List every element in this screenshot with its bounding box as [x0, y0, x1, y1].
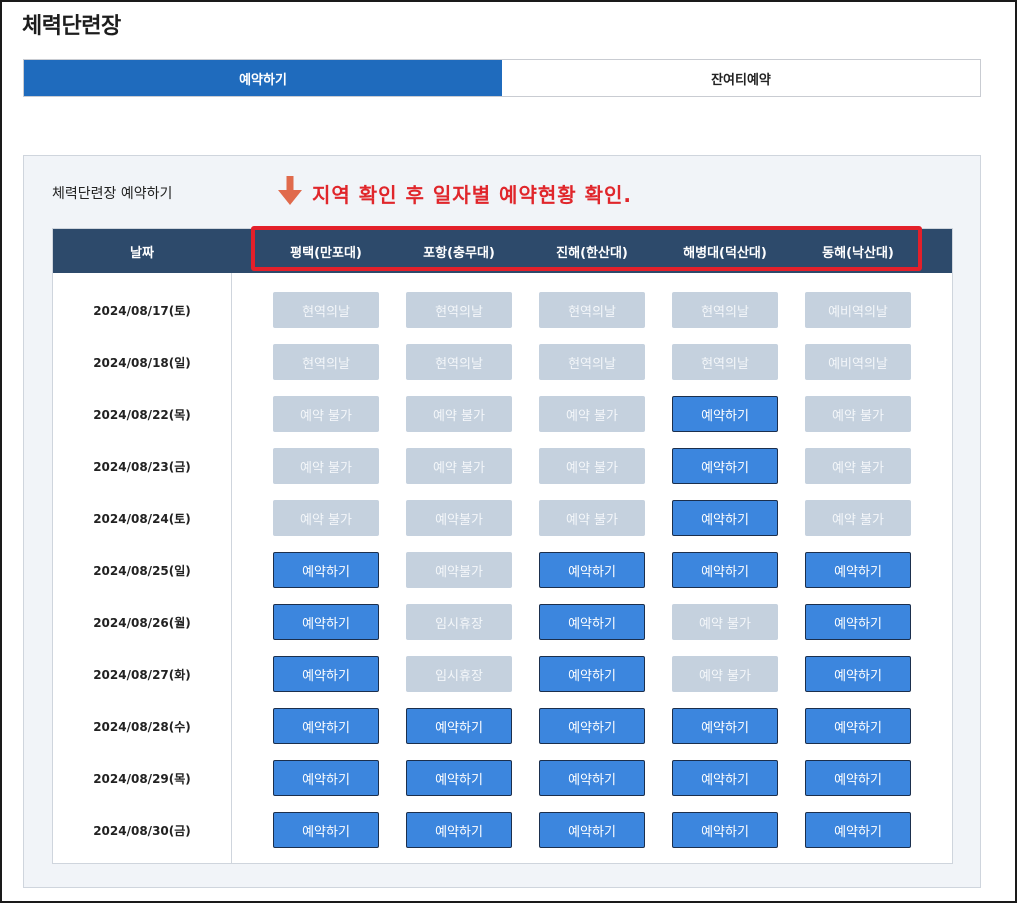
unavailable-status: 현역의날 — [406, 292, 512, 328]
reserve-button[interactable]: 예약하기 — [805, 812, 911, 848]
header-location-jinhae: 진해(한산대) — [556, 245, 628, 261]
table-row: 2024/08/27(화) 예약하기 임시휴장 예약하기 예약 불가 예약하기 — [53, 656, 952, 692]
reserve-button[interactable]: 예약하기 — [672, 760, 778, 796]
table-row: 2024/08/17(토) 현역의날 현역의날 현역의날 현역의날 예비역의날 — [53, 292, 952, 328]
row-date: 2024/08/25(일) — [93, 563, 191, 578]
reserve-button[interactable]: 예약하기 — [805, 760, 911, 796]
unavailable-status: 예약 불가 — [273, 448, 379, 484]
reservation-panel: 체력단련장 예약하기 지역 확인 후 일자별 예약현황 확인. 날짜 평택(만포… — [23, 155, 981, 888]
row-date: 2024/08/23(금) — [93, 459, 191, 474]
unavailable-status: 예약 불가 — [539, 396, 645, 432]
reserve-button[interactable]: 예약하기 — [406, 760, 512, 796]
reserve-button[interactable]: 예약하기 — [672, 396, 778, 432]
table-header: 날짜 평택(만포대) 포항(충무대) 진해(한산대) 해병대(덕산대) 동해(낙… — [53, 229, 952, 273]
reserve-button[interactable]: 예약하기 — [672, 812, 778, 848]
instruction-note: 지역 확인 후 일자별 예약현황 확인. — [278, 176, 632, 211]
table-row: 2024/08/24(토) 예약 불가 예약불가 예약 불가 예약하기 예약 불가 — [53, 500, 952, 536]
reservation-table: 날짜 평택(만포대) 포항(충무대) 진해(한산대) 해병대(덕산대) 동해(낙… — [52, 226, 953, 864]
unavailable-status: 현역의날 — [539, 344, 645, 380]
header-location-pohang: 포항(충무대) — [423, 245, 495, 261]
unavailable-status: 예약 불가 — [273, 500, 379, 536]
reserve-button[interactable]: 예약하기 — [539, 604, 645, 640]
row-date: 2024/08/18(일) — [93, 355, 191, 370]
unavailable-status: 임시휴장 — [406, 656, 512, 692]
reserve-button[interactable]: 예약하기 — [273, 760, 379, 796]
tab-reservation[interactable]: 예약하기 — [24, 60, 502, 96]
unavailable-status: 예약불가 — [406, 500, 512, 536]
unavailable-status: 예약 불가 — [805, 448, 911, 484]
row-date: 2024/08/26(월) — [93, 615, 191, 630]
unavailable-status: 예약 불가 — [539, 500, 645, 536]
table-row: 2024/08/25(일) 예약하기 예약불가 예약하기 예약하기 예약하기 — [53, 552, 952, 588]
reserve-button[interactable]: 예약하기 — [805, 604, 911, 640]
reserve-button[interactable]: 예약하기 — [273, 552, 379, 588]
table-row: 2024/08/26(월) 예약하기 임시휴장 예약하기 예약 불가 예약하기 — [53, 604, 952, 640]
page-title: 체력단련장 — [22, 14, 121, 39]
unavailable-status: 예약 불가 — [805, 500, 911, 536]
instruction-text: 지역 확인 후 일자별 예약현황 확인. — [312, 183, 633, 207]
unavailable-status: 예약불가 — [406, 552, 512, 588]
table-row: 2024/08/22(목) 예약 불가 예약 불가 예약 불가 예약하기 예약 불가 — [53, 396, 952, 432]
unavailable-status: 예약 불가 — [406, 448, 512, 484]
row-date: 2024/08/29(목) — [93, 771, 191, 786]
table-row: 2024/08/30(금) 예약하기 예약하기 예약하기 예약하기 예약하기 — [53, 812, 952, 848]
unavailable-status: 예약 불가 — [672, 656, 778, 692]
row-date: 2024/08/22(목) — [93, 407, 191, 422]
row-date: 2024/08/24(토) — [93, 511, 191, 526]
reserve-button[interactable]: 예약하기 — [539, 552, 645, 588]
reserve-button[interactable]: 예약하기 — [539, 760, 645, 796]
reserve-button[interactable]: 예약하기 — [539, 656, 645, 692]
tab-remaining-tee-reservation[interactable]: 잔여티예약 — [502, 60, 980, 96]
header-date: 날짜 — [130, 245, 154, 261]
unavailable-status: 예비역의날 — [805, 292, 911, 328]
unavailable-status: 예약 불가 — [539, 448, 645, 484]
reserve-button[interactable]: 예약하기 — [672, 552, 778, 588]
reserve-button[interactable]: 예약하기 — [539, 812, 645, 848]
unavailable-status: 예약 불가 — [805, 396, 911, 432]
row-date: 2024/08/17(토) — [93, 303, 191, 318]
header-location-pyeongtaek: 평택(만포대) — [290, 245, 362, 261]
row-date: 2024/08/30(금) — [93, 823, 191, 838]
unavailable-status: 임시휴장 — [406, 604, 512, 640]
reserve-button[interactable]: 예약하기 — [672, 448, 778, 484]
row-date: 2024/08/27(화) — [93, 667, 191, 682]
reserve-button[interactable]: 예약하기 — [539, 708, 645, 744]
unavailable-status: 현역의날 — [539, 292, 645, 328]
unavailable-status: 예비역의날 — [805, 344, 911, 380]
table-row: 2024/08/29(목) 예약하기 예약하기 예약하기 예약하기 예약하기 — [53, 760, 952, 796]
table-row: 2024/08/23(금) 예약 불가 예약 불가 예약 불가 예약하기 예약 불가 — [53, 448, 952, 484]
unavailable-status: 현역의날 — [406, 344, 512, 380]
unavailable-status: 예약 불가 — [406, 396, 512, 432]
unavailable-status: 예약 불가 — [672, 604, 778, 640]
table-row: 2024/08/28(수) 예약하기 예약하기 예약하기 예약하기 예약하기 — [53, 708, 952, 744]
reserve-button[interactable]: 예약하기 — [672, 708, 778, 744]
reserve-button[interactable]: 예약하기 — [805, 656, 911, 692]
reserve-button[interactable]: 예약하기 — [805, 708, 911, 744]
reserve-button[interactable]: 예약하기 — [273, 604, 379, 640]
unavailable-status: 예약 불가 — [273, 396, 379, 432]
header-location-marine: 해병대(덕산대) — [683, 245, 767, 261]
reserve-button[interactable]: 예약하기 — [805, 552, 911, 588]
down-arrow-icon — [278, 176, 302, 211]
table-row: 2024/08/18(일) 현역의날 현역의날 현역의날 현역의날 예비역의날 — [53, 344, 952, 380]
unavailable-status: 현역의날 — [672, 344, 778, 380]
reserve-button[interactable]: 예약하기 — [273, 656, 379, 692]
tab-bar: 예약하기 잔여티예약 — [23, 59, 981, 97]
reserve-button[interactable]: 예약하기 — [672, 500, 778, 536]
reserve-button[interactable]: 예약하기 — [406, 812, 512, 848]
unavailable-status: 현역의날 — [273, 344, 379, 380]
row-date: 2024/08/28(수) — [93, 719, 191, 734]
unavailable-status: 현역의날 — [273, 292, 379, 328]
panel-heading: 체력단련장 예약하기 — [52, 186, 173, 202]
reserve-button[interactable]: 예약하기 — [406, 708, 512, 744]
reserve-button[interactable]: 예약하기 — [273, 812, 379, 848]
unavailable-status: 현역의날 — [672, 292, 778, 328]
reserve-button[interactable]: 예약하기 — [273, 708, 379, 744]
header-location-donghae: 동해(낙산대) — [822, 245, 894, 261]
